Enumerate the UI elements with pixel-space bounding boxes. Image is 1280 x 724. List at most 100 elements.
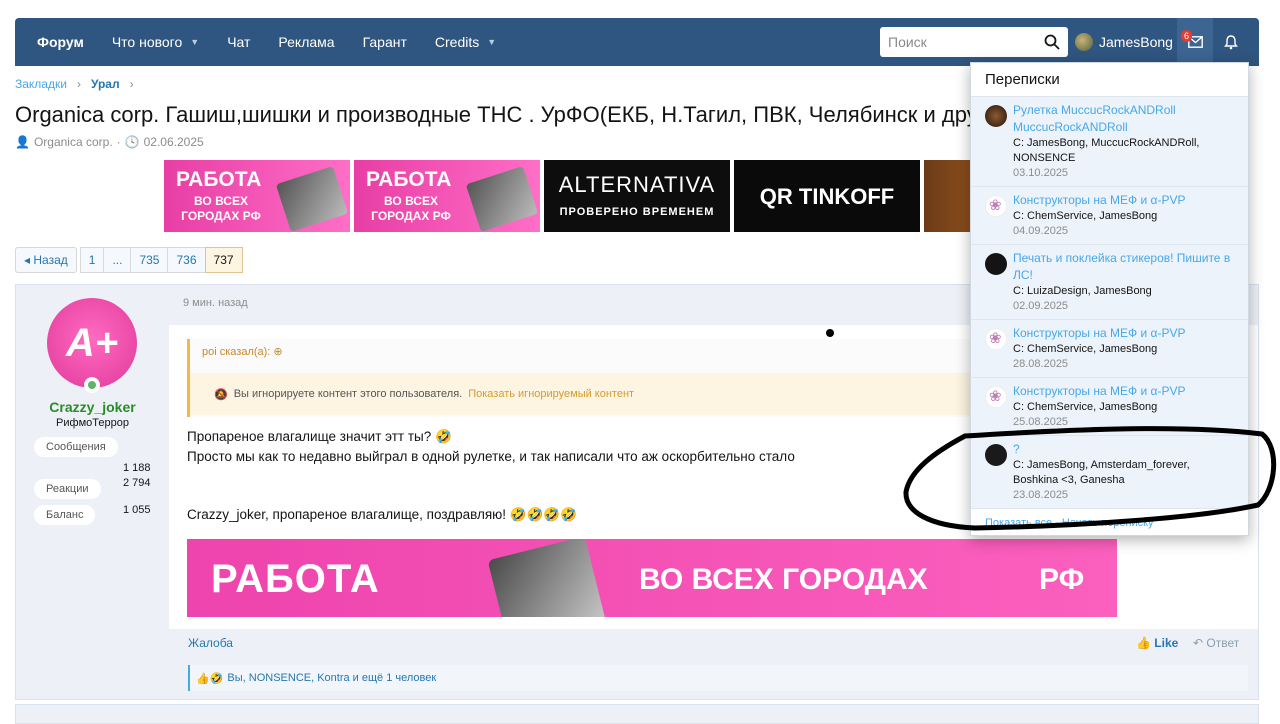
prev-page-button[interactable]: ◂ Назад: [15, 247, 77, 273]
pagination: ◂ Назад 1 ... 735 736 737: [15, 247, 243, 273]
quote-header[interactable]: poi сказал(а): ⊕: [202, 345, 283, 358]
like-button[interactable]: 👍 Like: [1136, 636, 1178, 650]
conversation-item[interactable]: Печать и поклейка стикеров! Пишите в ЛС!…: [971, 245, 1248, 320]
banner-ad[interactable]: РАБОТА ВО ВСЕХ ГОРОДАХ РФ: [354, 160, 540, 232]
chevron-down-icon[interactable]: ▼: [190, 37, 199, 47]
page-title: Organica corp. Гашиш,шишки и производные…: [15, 102, 1011, 127]
stat-value: 1 055: [123, 504, 151, 516]
thread-date[interactable]: 02.06.2025: [144, 135, 204, 149]
avatar[interactable]: A+: [47, 298, 137, 388]
banner-ad[interactable]: РАБОТА ВО ВСЕХ ГОРОДАХ РФ: [164, 160, 350, 232]
nav-label: Реклама: [278, 34, 335, 50]
conversation-title[interactable]: Печать и поклейка стикеров! Пишите в ЛС!: [1013, 250, 1236, 284]
conversations-button[interactable]: 6: [1177, 18, 1213, 66]
conversation-title[interactable]: Конструкторы на МЕФ и α-PVP: [1013, 325, 1236, 342]
banner-title: РАБОТА: [366, 168, 452, 191]
nav-item-credits[interactable]: Credits ▼: [421, 18, 510, 66]
page-link[interactable]: 1: [79, 247, 105, 273]
conversation-date: 02.09.2025: [1013, 300, 1069, 312]
post-time[interactable]: 9 мин. назад: [183, 297, 248, 309]
page-list: 1 ... 735 736 737: [79, 247, 243, 273]
banner-title: ALTERNATIVA: [558, 172, 716, 197]
post-line: Пропареное влагалище значит этт ты? 🤣: [187, 429, 452, 444]
dropdown-footer-links[interactable]: Показать все · Начать переписку: [985, 517, 1154, 529]
stat-label: Реакции: [34, 479, 101, 499]
nav-item-ads[interactable]: Реклама: [264, 18, 348, 66]
reaction-icons: 👍🤣: [196, 672, 224, 685]
conversation-item[interactable]: Конструкторы на МЕФ и α-PVP С: ChemServi…: [971, 187, 1248, 245]
device-image: [465, 165, 539, 232]
avatar: [985, 253, 1007, 275]
ignore-icon: 🔕: [214, 388, 228, 401]
like-label: Like: [1154, 636, 1179, 650]
alerts-button[interactable]: [1213, 18, 1249, 66]
reply-button[interactable]: ↶ Ответ: [1193, 636, 1239, 650]
breadcrumb-current[interactable]: Урал: [91, 77, 120, 91]
conversation-title[interactable]: Конструкторы на МЕФ и α-PVP: [1013, 192, 1236, 209]
conversation-participants: С: JamesBong, Amsterdam_forever, Boshkin…: [1013, 459, 1190, 486]
conversation-date: 04.09.2025: [1013, 225, 1069, 237]
page-ellipsis[interactable]: ...: [103, 247, 132, 273]
thread-author[interactable]: Organica corp.: [34, 135, 113, 149]
avatar: [985, 386, 1007, 408]
username: JamesBong: [1099, 34, 1173, 50]
conversation-item[interactable]: Рулетка MuccucRockANDRoll MuccucRockANDR…: [971, 97, 1248, 187]
conversation-title[interactable]: ?: [1013, 441, 1236, 458]
search-input[interactable]: Поиск: [880, 27, 1068, 57]
banner-subtitle: ПРОВЕРЕНО ВРЕМЕНЕМ: [559, 206, 715, 218]
nav-item-chat[interactable]: Чат: [213, 18, 264, 66]
stat-label: Сообщения: [34, 437, 118, 457]
page-link[interactable]: 736: [167, 247, 206, 273]
online-status-icon: [84, 377, 100, 393]
nav-item-guarantor[interactable]: Гарант: [349, 18, 421, 66]
post-user-block: A+ Crazzy_joker РифмоТеррор Сообщения 1 …: [16, 285, 169, 699]
banner-subtitle: ВО ВСЕХ ГОРОДАХ РФ: [181, 194, 261, 223]
post-username[interactable]: Crazzy_joker: [16, 399, 169, 415]
conversation-date: 23.08.2025: [1013, 489, 1069, 501]
nav-label: Гарант: [362, 34, 407, 50]
banner-ad[interactable]: QR TINKOFF: [734, 160, 920, 232]
conversation-title[interactable]: Рулетка MuccucRockANDRoll MuccucRockANDR…: [1013, 102, 1236, 136]
reply-label: Ответ: [1206, 636, 1240, 650]
page-link[interactable]: 735: [130, 247, 169, 273]
account-menu[interactable]: JamesBong: [1075, 18, 1173, 66]
banner-title: РАБОТА: [211, 557, 380, 601]
banner-title: РАБОТА: [176, 168, 262, 191]
signature-banner[interactable]: РАБОТА ВО ВСЕХ ГОРОДАХ РФ: [187, 539, 1117, 617]
avatar: [985, 195, 1007, 217]
conversation-item[interactable]: Конструкторы на МЕФ и α-PVP С: ChemServi…: [971, 378, 1248, 436]
avatar: [985, 328, 1007, 350]
conversation-participants: С: JamesBong, MuccucRockANDRoll, NONSENC…: [1013, 137, 1200, 164]
banner-ad[interactable]: ALTERNATIVA ПРОВЕРЕНО ВРЕМЕНЕМ: [544, 160, 730, 232]
conversation-item[interactable]: ? С: JamesBong, Amsterdam_forever, Boshk…: [971, 436, 1248, 509]
conversation-participants: С: ChemService, JamesBong: [1013, 343, 1158, 355]
avatar: [985, 444, 1007, 466]
nav-label: Чат: [227, 34, 251, 50]
user-icon: 👤: [15, 135, 30, 149]
nav-label: Что нового: [111, 34, 183, 50]
banner-subtitle: ВО ВСЕХ ГОРОДАХ РФ: [371, 194, 451, 223]
banner-row: РАБОТА ВО ВСЕХ ГОРОДАХ РФ РАБОТА ВО ВСЕХ…: [164, 160, 1110, 232]
chevron-down-icon[interactable]: ▼: [487, 37, 496, 47]
conversation-title[interactable]: Конструкторы на МЕФ и α-PVP: [1013, 383, 1236, 400]
reactions-text[interactable]: Вы, NONSENCE, Kontra и ещё 1 человек: [227, 672, 436, 684]
breadcrumb-root[interactable]: Закладки: [15, 77, 67, 91]
device-image: [487, 539, 607, 617]
stat-label: Баланс: [34, 505, 96, 525]
search-icon[interactable]: [1044, 34, 1060, 50]
nav-item-forum[interactable]: Форум: [15, 18, 98, 66]
conversation-participants: С: ChemService, JamesBong: [1013, 210, 1158, 222]
report-link[interactable]: Жалоба: [188, 636, 233, 650]
avatar: [1075, 33, 1093, 51]
post-text: Пропареное влагалище значит этт ты? 🤣 Пр…: [187, 427, 795, 467]
reply-icon: ↶: [1193, 636, 1204, 650]
conversation-date: 28.08.2025: [1013, 358, 1069, 370]
nav-item-whats-new[interactable]: Что нового ▼: [98, 18, 213, 66]
show-ignored-link[interactable]: Показать игнорируемый контент: [468, 388, 634, 400]
conversation-item[interactable]: Конструкторы на МЕФ и α-PVP С: ChemServi…: [971, 320, 1248, 378]
post-line: Crazzy_joker, пропареное влагалище, позд…: [187, 507, 578, 522]
stat-value: 2 794: [123, 477, 151, 489]
ignored-text: Вы игнорируете контент этого пользовател…: [233, 388, 463, 400]
conversation-participants: С: LuizaDesign, JamesBong: [1013, 285, 1152, 297]
reactions-bar[interactable]: 👍🤣 Вы, NONSENCE, Kontra и ещё 1 человек: [188, 665, 1248, 691]
